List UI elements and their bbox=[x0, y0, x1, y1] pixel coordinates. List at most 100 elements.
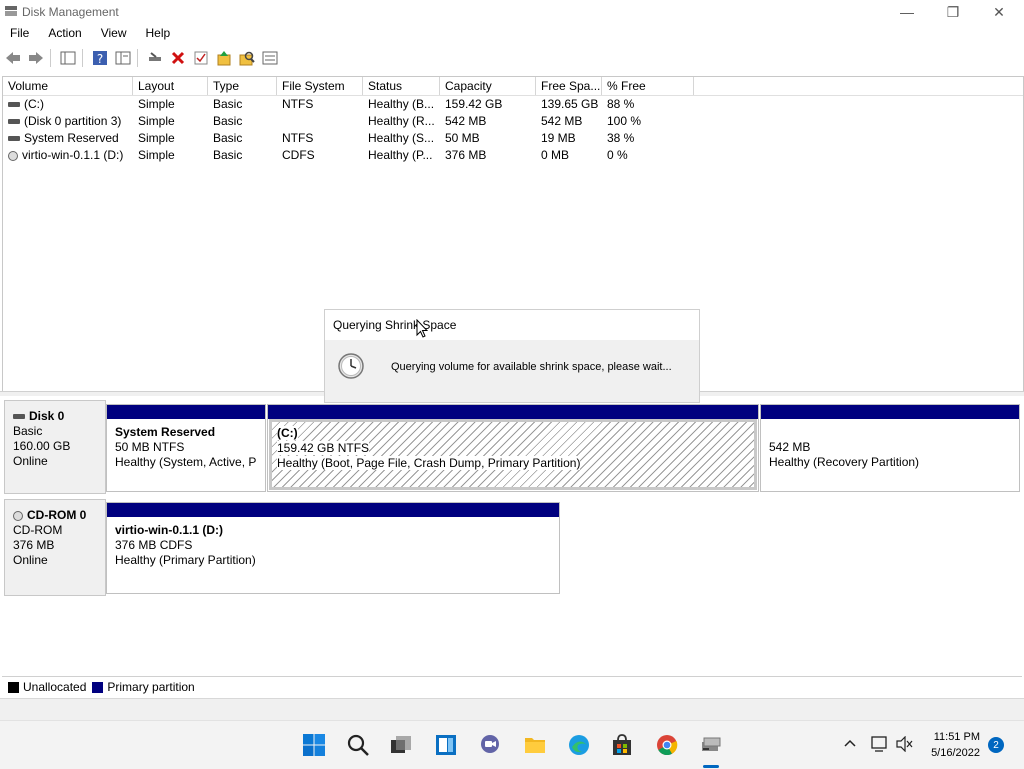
disk-state: Online bbox=[13, 553, 48, 567]
file-explorer-button[interactable] bbox=[520, 730, 550, 760]
clock-date: 5/16/2022 bbox=[931, 747, 980, 759]
column-header-capacity[interactable]: Capacity bbox=[440, 77, 536, 95]
edge-button[interactable] bbox=[564, 730, 594, 760]
column-header-volume[interactable]: Volume bbox=[3, 77, 133, 95]
restore-button[interactable]: ❐ bbox=[930, 0, 976, 24]
start-button[interactable] bbox=[299, 730, 329, 760]
console-tree-button[interactable] bbox=[58, 48, 78, 68]
disk-0-info[interactable]: Disk 0 Basic 160.00 GB Online bbox=[4, 400, 106, 494]
menu-help[interactable]: Help bbox=[136, 24, 180, 44]
list-button[interactable] bbox=[260, 48, 280, 68]
column-header-layout[interactable]: Layout bbox=[133, 77, 208, 95]
table-row[interactable]: (Disk 0 partition 3) Simple Basic Health… bbox=[3, 113, 703, 130]
edge-icon bbox=[569, 735, 589, 755]
back-button[interactable] bbox=[3, 48, 23, 68]
legend-unallocated: Unallocated bbox=[23, 680, 87, 694]
show-hidden-icons-button[interactable] bbox=[842, 735, 858, 754]
disk-size: 376 MB bbox=[13, 538, 55, 552]
cdrom-0-info[interactable]: CD-ROM 0 CD-ROM 376 MB Online bbox=[4, 499, 106, 596]
forward-button[interactable] bbox=[26, 48, 46, 68]
network-button[interactable] bbox=[871, 736, 889, 755]
system-clock[interactable]: 11:51 PM 5/16/2022 bbox=[931, 729, 980, 761]
export-button[interactable] bbox=[214, 48, 234, 68]
partition-recovery[interactable]: 542 MB Healthy (Recovery Partition) bbox=[760, 404, 1020, 492]
disk-management-taskbar-button[interactable] bbox=[696, 730, 726, 760]
cell-volume: System Reserved bbox=[24, 131, 119, 145]
connect-button[interactable] bbox=[145, 48, 165, 68]
menu-action[interactable]: Action bbox=[38, 24, 90, 44]
close-button[interactable]: ✕ bbox=[976, 0, 1022, 24]
primary-partition-swatch bbox=[92, 681, 104, 693]
mouse-cursor-icon bbox=[416, 319, 428, 338]
column-header-percent-free[interactable]: % Free bbox=[602, 77, 694, 95]
partition-d-drive[interactable]: virtio-win-0.1.1 (D:) 376 MB CDFS Health… bbox=[106, 502, 560, 594]
title-bar: Disk Management — ❐ ✕ bbox=[0, 0, 1024, 24]
properties-button[interactable] bbox=[113, 48, 133, 68]
disk-graphical-view: Disk 0 Basic 160.00 GB Online System Res… bbox=[2, 397, 1022, 697]
export-up-icon bbox=[217, 51, 231, 66]
help-button[interactable]: ? bbox=[90, 48, 110, 68]
cd-volume-icon bbox=[8, 150, 18, 161]
column-header-file-system[interactable]: File System bbox=[277, 77, 363, 95]
cell-capacity: 542 MB bbox=[445, 114, 487, 128]
check-button[interactable] bbox=[191, 48, 211, 68]
partition-size: 376 MB CDFS bbox=[115, 538, 193, 552]
notification-badge[interactable]: 2 bbox=[988, 737, 1004, 753]
partition-status: Healthy (System, Active, Pri bbox=[115, 455, 257, 469]
search-button[interactable] bbox=[343, 730, 373, 760]
cell-type: Basic bbox=[213, 148, 243, 162]
primary-partition-bar bbox=[268, 405, 758, 419]
menu-file[interactable]: File bbox=[0, 24, 38, 44]
task-view-button[interactable] bbox=[386, 730, 416, 760]
store-button[interactable] bbox=[607, 730, 637, 760]
menu-view[interactable]: View bbox=[91, 24, 136, 44]
column-header-type[interactable]: Type bbox=[208, 77, 277, 95]
minimize-icon: — bbox=[900, 4, 914, 20]
cell-free-space: 542 MB bbox=[541, 114, 583, 128]
disk-state: Online bbox=[13, 454, 48, 468]
minimize-button[interactable]: — bbox=[884, 0, 930, 24]
restore-icon: ❐ bbox=[946, 3, 960, 20]
start-icon bbox=[303, 734, 325, 756]
column-header-status[interactable]: Status bbox=[363, 77, 440, 95]
forward-icon bbox=[29, 52, 43, 64]
delete-icon bbox=[171, 51, 185, 65]
cell-status: Healthy (B... bbox=[368, 97, 435, 111]
table-row[interactable]: (C:) Simple Basic NTFS Healthy (B... 159… bbox=[3, 96, 703, 113]
speaker-muted-icon bbox=[896, 735, 913, 753]
chrome-button[interactable] bbox=[652, 730, 682, 760]
partition-c-drive[interactable]: (C:) 159.42 GB NTFS Healthy (Boot, Page … bbox=[267, 404, 759, 492]
widgets-button[interactable] bbox=[431, 730, 461, 760]
cell-type: Basic bbox=[213, 114, 243, 128]
network-icon bbox=[871, 736, 887, 752]
partition-size: 542 MB bbox=[769, 440, 811, 454]
back-icon bbox=[6, 52, 20, 64]
table-row[interactable]: System Reserved Simple Basic NTFS Health… bbox=[3, 130, 703, 147]
disk-volume-icon bbox=[8, 102, 20, 108]
partition-status: Healthy (Boot, Page File, Crash Dump, Pr… bbox=[277, 456, 581, 470]
cell-volume: (C:) bbox=[24, 97, 44, 111]
cell-file-system bbox=[277, 113, 363, 130]
column-header-free-space[interactable]: Free Spa... bbox=[536, 77, 602, 95]
partition-name: (C:) bbox=[277, 426, 298, 440]
properties-icon bbox=[115, 51, 131, 65]
dialog-title: Querying Shrink Space bbox=[325, 310, 699, 340]
cell-file-system: NTFS bbox=[282, 131, 314, 145]
table-row[interactable]: virtio-win-0.1.1 (D:) Simple Basic CDFS … bbox=[3, 147, 703, 164]
search-folder-button[interactable] bbox=[237, 48, 257, 68]
disk-management-icon bbox=[702, 737, 721, 751]
delete-button[interactable] bbox=[168, 48, 188, 68]
partition-system-reserved[interactable]: System Reserved 50 MB NTFS Healthy (Syst… bbox=[106, 404, 266, 492]
disk-volume-icon bbox=[8, 119, 20, 125]
chat-button[interactable] bbox=[475, 730, 505, 760]
store-icon bbox=[613, 734, 631, 755]
cell-file-system: NTFS bbox=[282, 97, 314, 111]
volume-button[interactable] bbox=[896, 735, 914, 755]
cell-capacity: 50 MB bbox=[445, 131, 480, 145]
disk-name: CD-ROM 0 bbox=[27, 508, 87, 522]
primary-partition-bar bbox=[107, 503, 559, 517]
search-folder-icon bbox=[239, 51, 255, 66]
legend-primary-partition: Primary partition bbox=[107, 680, 195, 694]
partition-size: 159.42 GB NTFS bbox=[277, 441, 370, 455]
partition-name: virtio-win-0.1.1 (D:) bbox=[115, 523, 224, 537]
